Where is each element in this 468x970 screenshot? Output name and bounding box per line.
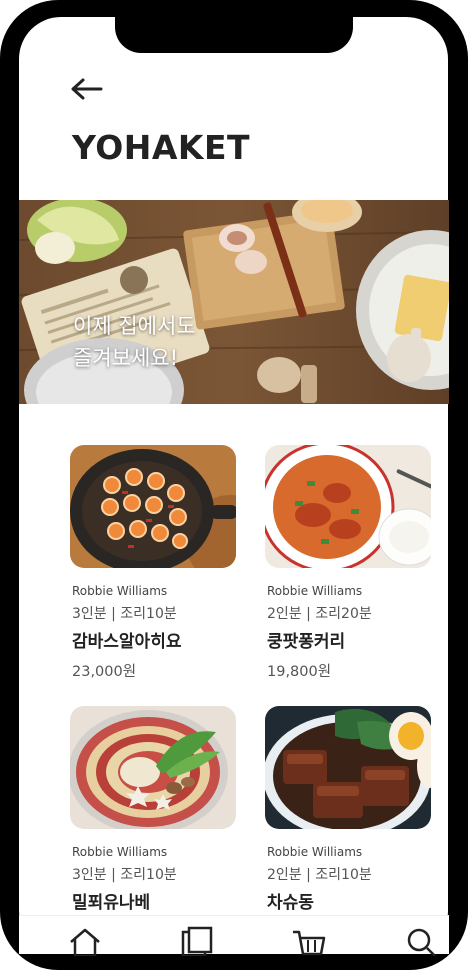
product-image[interactable] (265, 706, 431, 829)
product-price: 23,000원 (72, 664, 137, 680)
product-author: Robbie Williams (72, 584, 168, 598)
hero-caption: 이제 집에서도 즐겨보세요! (73, 314, 196, 370)
hero-banner[interactable]: 이제 집에서도 즐겨보세요! (19, 200, 449, 404)
product-image[interactable] (265, 445, 431, 568)
product-author: Robbie Williams (72, 845, 168, 859)
product-card[interactable]: Robbie Williams 2인분 | 조리10분 차슈동 (265, 706, 435, 916)
search-icon[interactable] (403, 926, 439, 956)
arrow-left-icon[interactable] (70, 76, 104, 102)
product-image[interactable] (70, 706, 236, 829)
brand-title: YOHAKET (72, 128, 251, 167)
product-card[interactable]: Robbie Williams 3인분 | 조리10분 밀푀유나베 (70, 706, 240, 916)
product-image[interactable] (70, 445, 236, 568)
product-title[interactable]: 차슈동 (267, 888, 314, 913)
product-card[interactable]: Robbie Williams 2인분 | 조리20분 쿵팟퐁커리 19,800… (265, 445, 435, 685)
bottom-tab-bar (19, 915, 449, 956)
product-title[interactable]: 감바스알아히요 (72, 627, 181, 652)
phone-notch (115, 17, 353, 53)
chashu-don-image (265, 706, 431, 829)
product-price: 19,800원 (267, 664, 332, 680)
cart-icon[interactable] (291, 926, 327, 956)
documents-icon[interactable] (179, 926, 215, 956)
gambas-skillet-image (70, 445, 236, 568)
mille-feuille-nabe-image (70, 706, 236, 829)
product-author: Robbie Williams (267, 845, 363, 859)
product-card[interactable]: Robbie Williams 3인분 | 조리10분 감바스알아히요 23,0… (70, 445, 240, 685)
crab-curry-image (265, 445, 431, 568)
home-icon[interactable] (67, 926, 103, 956)
product-author: Robbie Williams (267, 584, 363, 598)
product-meta: 2인분 | 조리20분 (267, 606, 372, 622)
product-title[interactable]: 밀푀유나베 (72, 888, 150, 913)
product-title[interactable]: 쿵팟퐁커리 (267, 627, 345, 652)
product-meta: 3인분 | 조리10분 (72, 606, 177, 622)
product-meta: 3인분 | 조리10분 (72, 867, 177, 883)
product-meta: 2인분 | 조리10분 (267, 867, 372, 883)
